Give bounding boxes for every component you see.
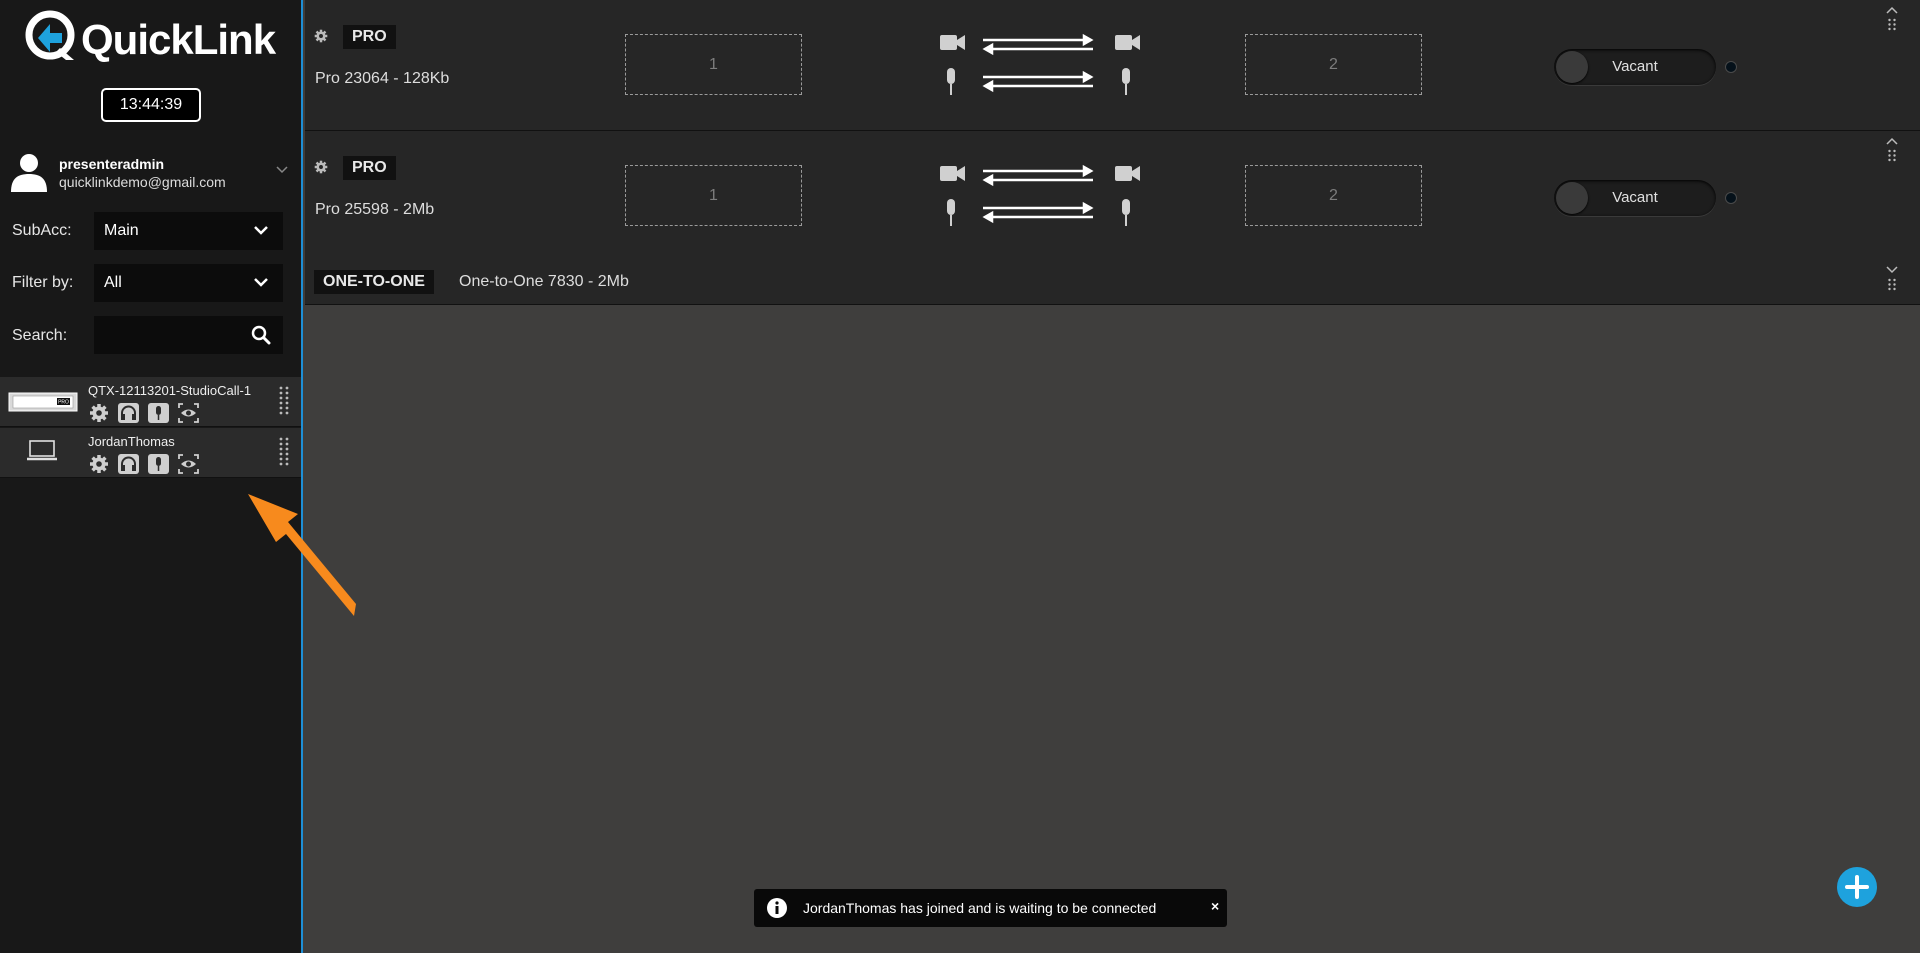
laptop-icon: [27, 440, 57, 461]
preview-eye-icon[interactable]: [178, 454, 199, 474]
status-led: [1725, 192, 1737, 204]
user-account[interactable]: presenteradmin quicklinkdemo@gmail.com: [10, 150, 295, 194]
microphone-icon[interactable]: [148, 403, 169, 423]
audio-video-routing: [940, 164, 1140, 226]
microphone-icon: [947, 68, 955, 95]
chevron-down-icon[interactable]: [276, 166, 288, 174]
headphones-icon[interactable]: [118, 454, 139, 474]
preview-eye-icon[interactable]: [178, 403, 199, 423]
search-icon[interactable]: [251, 325, 271, 345]
microphone-icon: [1122, 68, 1130, 95]
filter-value: All: [104, 274, 122, 291]
info-icon: [767, 898, 787, 918]
quicklink-logo-mark-icon: [25, 10, 75, 60]
search-label: Search:: [12, 327, 68, 344]
toast-message: JordanThomas has joined and is waiting t…: [803, 900, 1157, 916]
one-to-one-tag: ONE-TO-ONE: [314, 270, 434, 294]
sidebar: QuickLink 13:44:39 presenteradmin quickl…: [0, 0, 303, 953]
microphone-icon: [947, 199, 955, 226]
subacc-label: SubAcc:: [12, 222, 72, 239]
plus-icon: [1845, 875, 1869, 899]
toast-close-button[interactable]: ×: [1211, 898, 1219, 914]
microphone-icon: [1122, 199, 1130, 226]
user-name: presenteradmin: [59, 156, 165, 172]
subacc-select[interactable]: Main: [94, 212, 283, 250]
device-controls: [88, 454, 199, 474]
video-camera-icon: [1115, 166, 1140, 181]
headphones-icon[interactable]: [118, 403, 139, 423]
source-slot-2[interactable]: 2: [1245, 34, 1422, 95]
codec-name: Pro 25598 - 2Mb: [315, 201, 435, 218]
toggle-label: Vacant: [1612, 189, 1658, 206]
settings-gear-icon[interactable]: [314, 160, 328, 174]
user-email: quicklinkdemo@gmail.com: [59, 174, 226, 190]
microphone-icon[interactable]: [148, 454, 169, 474]
drag-handle-icon[interactable]: [279, 386, 289, 418]
user-avatar-icon: [11, 154, 47, 192]
device-name: JordanThomas: [88, 434, 175, 449]
annotation-arrow-icon: [248, 494, 356, 616]
source-slot-1[interactable]: 1: [625, 165, 802, 226]
drag-handle-icon[interactable]: [279, 437, 289, 469]
one-to-one-name: One-to-One 7830 - 2Mb: [459, 273, 629, 290]
device-name: QTX-12113201-StudioCall-1: [88, 383, 252, 398]
settings-gear-icon[interactable]: [314, 29, 328, 43]
device-row[interactable]: JordanThomas: [0, 428, 301, 478]
source-slot-1[interactable]: 1: [625, 34, 802, 95]
audio-video-routing: [940, 33, 1140, 95]
pro-tag: PRO: [343, 156, 396, 180]
session-clock: 13:44:39: [101, 88, 201, 122]
collapse-row-icon[interactable]: [1885, 137, 1899, 165]
pro-codec-row: PRO Pro 25598 - 2Mb 1 2 Vacant: [305, 131, 1920, 262]
pro-codec-row: PRO Pro 23064 - 128Kb 1 2 Vacant: [305, 0, 1920, 131]
pro-badge-text: PRO: [58, 400, 69, 406]
subacc-value: Main: [104, 222, 139, 239]
vacant-toggle[interactable]: Vacant: [1554, 49, 1716, 85]
vacant-toggle[interactable]: Vacant: [1554, 180, 1716, 216]
filter-label: Filter by:: [12, 274, 74, 291]
filter-select[interactable]: All: [94, 264, 283, 302]
settings-gear-icon[interactable]: [88, 454, 109, 474]
quicklink-logo: QuickLink: [24, 8, 284, 64]
video-camera-icon: [1115, 35, 1140, 50]
brand-name: QuickLink: [81, 16, 276, 63]
pro-tag: PRO: [343, 25, 396, 49]
video-camera-icon: [940, 166, 965, 181]
chevron-down-icon: [254, 226, 268, 235]
source-slot-2[interactable]: 2: [1245, 165, 1422, 226]
chevron-down-icon: [254, 278, 268, 287]
one-to-one-row: ONE-TO-ONE One-to-One 7830 - 2Mb: [305, 261, 1920, 305]
add-button[interactable]: [1837, 867, 1877, 907]
collapse-row-icon[interactable]: [1885, 6, 1899, 34]
toggle-label: Vacant: [1612, 58, 1658, 75]
settings-gear-icon[interactable]: [88, 403, 109, 423]
device-controls: [88, 403, 199, 423]
video-camera-icon: [940, 35, 965, 50]
status-led: [1725, 61, 1737, 73]
expand-row-icon[interactable]: [1885, 265, 1899, 295]
pro-hardware-unit-icon: PRO: [8, 392, 78, 412]
codec-name: Pro 23064 - 128Kb: [315, 70, 450, 87]
device-row[interactable]: PRO QTX-12113201-StudioCall-1: [0, 377, 301, 427]
notification-toast: JordanThomas has joined and is waiting t…: [754, 889, 1227, 927]
search-input[interactable]: [94, 316, 283, 354]
